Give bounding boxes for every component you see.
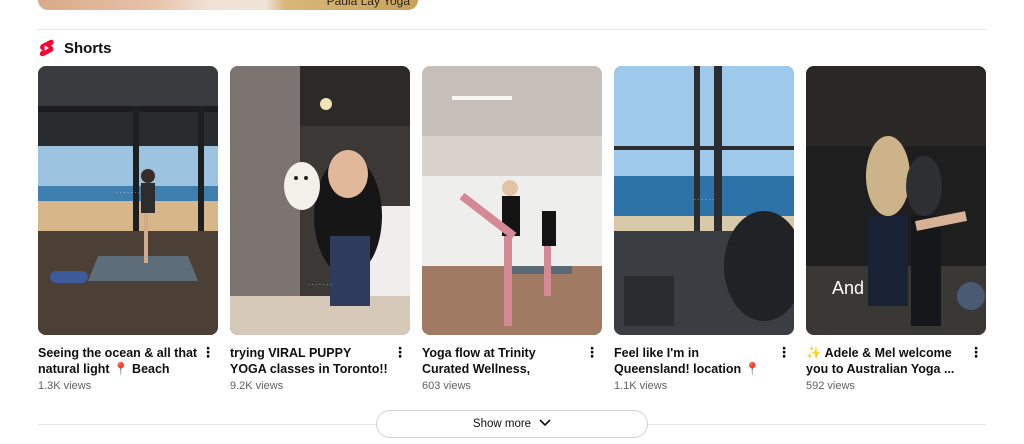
more-options-icon[interactable]: ⋮: [390, 345, 410, 365]
short-views: 1.3K views: [38, 380, 92, 392]
short-thumbnail[interactable]: · · · · · · ·: [38, 66, 218, 335]
short-thumbnail[interactable]: · · · · · ·: [614, 66, 794, 335]
chevron-down-icon: [539, 418, 551, 430]
short-thumbnail[interactable]: [422, 66, 602, 335]
shorts-shelf-header: Shorts: [38, 38, 112, 58]
short-card[interactable]: And ✨ Adele & Mel welcome you to Austral…: [806, 66, 986, 392]
show-more-button[interactable]: Show more: [376, 410, 648, 438]
thumbnail-overlay-text: And: [832, 278, 864, 298]
short-title[interactable]: Feel like I'm in Queensland! location 📍 …: [614, 345, 774, 377]
short-views: 1.1K views: [614, 380, 668, 392]
shelf-title: Shorts: [64, 39, 112, 57]
more-options-icon[interactable]: ⋮: [774, 345, 794, 365]
short-card[interactable]: · · · · · · · trying VIRAL PUPPY YOGA cl…: [230, 66, 410, 392]
more-options-icon[interactable]: ⋮: [966, 345, 986, 365]
shorts-logo-icon: [38, 39, 54, 57]
short-card[interactable]: Yoga flow at Trinity Curated Wellness, M…: [422, 66, 602, 392]
thumbnail-caption: Paula Lay Yoga: [326, 0, 410, 8]
short-card[interactable]: · · · · · · · Seeing the ocean & all tha…: [38, 66, 218, 392]
short-thumbnail[interactable]: And: [806, 66, 986, 335]
short-thumbnail[interactable]: · · · · · · ·: [230, 66, 410, 335]
svg-text:· · · · · ·: · · · · · ·: [694, 197, 714, 203]
short-views: 9.2K views: [230, 380, 284, 392]
short-views: 603 views: [422, 380, 471, 392]
section-divider: [38, 29, 986, 30]
short-card[interactable]: · · · · · · Feel like I'm in Queensland!…: [614, 66, 794, 392]
svg-text:· · · · · · ·: · · · · · · ·: [116, 190, 140, 196]
short-title[interactable]: Seeing the ocean & all that natural ligh…: [38, 345, 198, 377]
short-title[interactable]: Yoga flow at Trinity Curated Wellness, M…: [422, 345, 582, 377]
svg-text:· · · · · · ·: · · · · · · ·: [308, 282, 332, 288]
short-views: 592 views: [806, 380, 855, 392]
previous-video-thumbnail-strip[interactable]: Paula Lay Yoga: [38, 0, 418, 10]
short-title[interactable]: trying VIRAL PUPPY YOGA classes in Toron…: [230, 345, 390, 377]
more-options-icon[interactable]: ⋮: [582, 345, 602, 365]
show-more-label: Show more: [472, 418, 532, 430]
more-options-icon[interactable]: ⋮: [198, 345, 218, 365]
shorts-list: · · · · · · · Seeing the ocean & all tha…: [38, 66, 986, 392]
short-title[interactable]: ✨ Adele & Mel welcome you to Australian …: [806, 345, 966, 377]
